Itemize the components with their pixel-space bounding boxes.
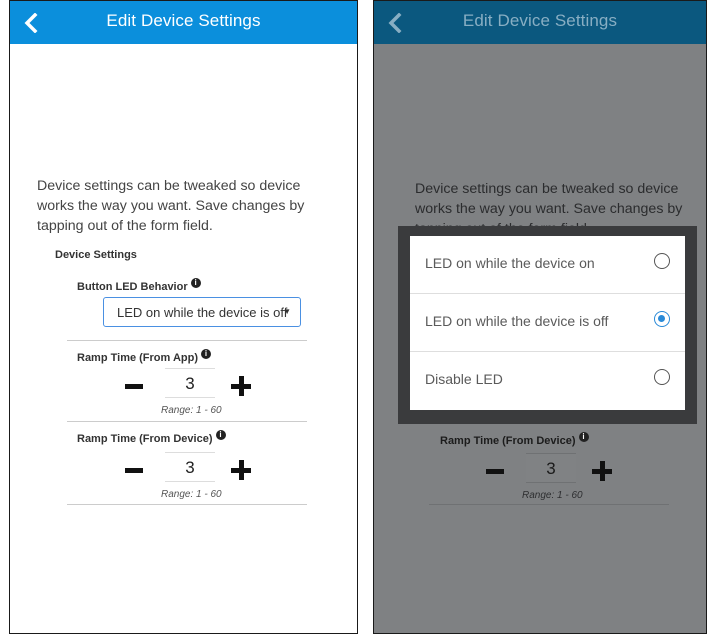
increment-button[interactable]	[231, 376, 251, 396]
app-bar: Edit Device Settings	[10, 1, 357, 44]
range-hint: Range: 1 - 60	[161, 489, 222, 500]
increment-button[interactable]	[231, 460, 251, 480]
divider	[67, 421, 307, 422]
ramp-time-device-stepper: 3 Range: 1 - 60	[125, 452, 285, 512]
section-title: Device Settings	[55, 249, 137, 261]
ramp-time-device-input: 3	[526, 453, 576, 483]
radio-checked-icon[interactable]	[654, 311, 670, 327]
divider	[67, 504, 307, 505]
app-bar-dimmed: Edit Device Settings	[374, 1, 706, 44]
ramp-time-app-input[interactable]: 3	[165, 368, 215, 398]
option-led-on-device-off[interactable]: LED on while the device is off	[410, 294, 685, 352]
range-hint: Range: 1 - 60	[161, 405, 222, 416]
ramp-time-app-stepper: 3 Range: 1 - 60	[125, 368, 285, 428]
increment-button	[592, 461, 612, 481]
decrement-button	[486, 469, 504, 474]
led-behavior-picker: LED on while the device on LED on while …	[410, 236, 685, 410]
decrement-button[interactable]	[125, 468, 143, 473]
option-label: LED on while the device is off	[425, 313, 609, 329]
page-title: Edit Device Settings	[462, 11, 618, 30]
selected-option: LED on while the device is off	[117, 305, 288, 320]
intro-text: Device settings can be tweaked so device…	[37, 178, 305, 234]
ramp-time-app-label: Ramp Time (From App) i	[77, 349, 212, 364]
right-screen: Edit Device Settings Device settings can…	[373, 0, 707, 634]
option-disable-led[interactable]: Disable LED	[410, 352, 685, 409]
button-led-behavior-label: Button LED Behavior i	[77, 278, 201, 293]
range-hint: Range: 1 - 60	[522, 490, 583, 501]
dropdown-caret-icon: ▼	[283, 307, 291, 316]
ramp-time-device-label: Ramp Time (From Device) i	[77, 430, 226, 445]
led-behavior-select[interactable]: LED on while the device is off ▼	[103, 297, 301, 327]
option-label: LED on while the device on	[425, 255, 595, 271]
left-screen: Edit Device Settings Device settings can…	[9, 0, 358, 634]
option-label: Disable LED	[425, 371, 503, 387]
info-icon[interactable]: i	[190, 278, 201, 288]
decrement-button[interactable]	[125, 384, 143, 389]
ramp-time-device-input[interactable]: 3	[165, 452, 215, 482]
option-led-on-device-on[interactable]: LED on while the device on	[410, 236, 685, 294]
ramp-time-device-label: Ramp Time (From Device) i	[440, 432, 589, 447]
divider	[67, 340, 307, 341]
radio-unchecked-icon[interactable]	[654, 369, 670, 385]
divider	[429, 504, 669, 505]
info-icon[interactable]: i	[201, 349, 212, 359]
picker-dialog-frame: LED on while the device on LED on while …	[398, 226, 697, 424]
info-icon[interactable]: i	[215, 430, 226, 440]
radio-unchecked-icon[interactable]	[654, 253, 670, 269]
info-icon: i	[578, 432, 589, 442]
page-title: Edit Device Settings	[106, 11, 261, 30]
